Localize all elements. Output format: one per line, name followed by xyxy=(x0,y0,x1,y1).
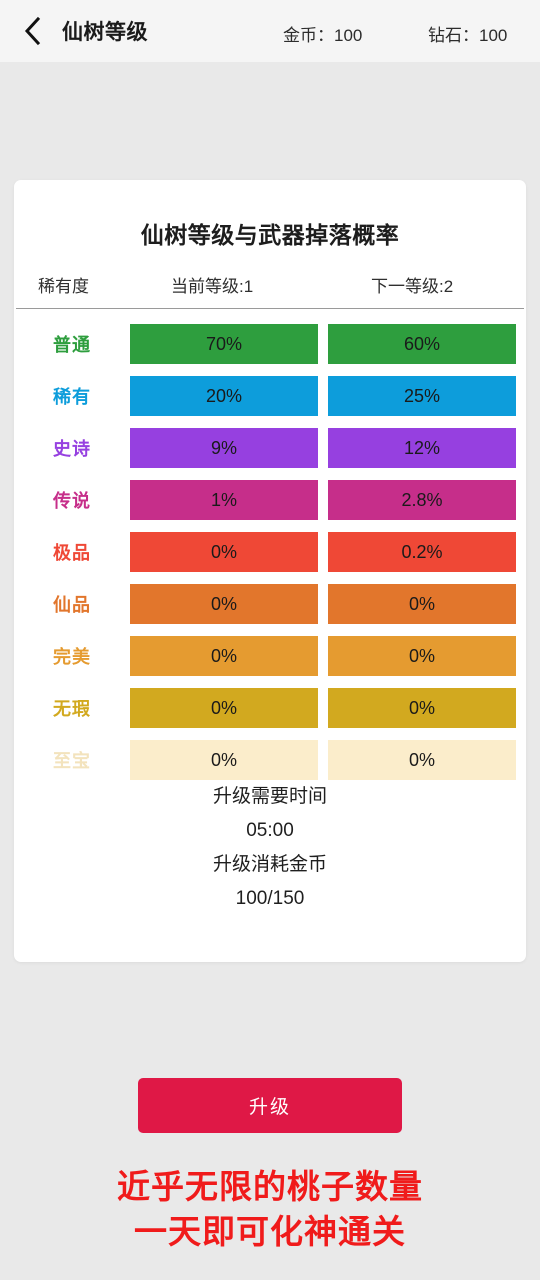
next-level-rate-bar: 2.8% xyxy=(328,480,516,520)
next-level-rate-bar: 0.2% xyxy=(328,532,516,572)
top-bar: 仙树等级 金币：100 钻石：100 xyxy=(0,0,540,62)
promo-banner: 近乎无限的桃子数量 一天即可化神通关 xyxy=(0,1164,540,1254)
next-level-rate-bar: 25% xyxy=(328,376,516,416)
upgrade-cost-value: 100/150 xyxy=(235,888,305,909)
rarity-label: 完美 xyxy=(53,647,91,667)
table-row: 史诗 9% 12% xyxy=(14,428,526,468)
next-level-rate-bar: 0% xyxy=(328,636,516,676)
table-header-row: 稀有度 当前等级:1 下一等级:2 xyxy=(16,265,524,309)
current-level-rate-bar: 0% xyxy=(130,688,318,728)
table-row: 传说 1% 2.8% xyxy=(14,480,526,520)
promo-line-2: 一天即可化神通关 xyxy=(134,1213,406,1250)
current-level-rate-bar: 0% xyxy=(130,532,318,572)
table-row: 完美 0% 0% xyxy=(14,636,526,676)
gem-counter: 钻石：100 xyxy=(428,26,508,45)
current-level-rate-bar: 20% xyxy=(130,376,318,416)
next-level-rate-bar: 0% xyxy=(328,584,516,624)
table-row: 普通 70% 60% xyxy=(14,324,526,364)
gold-counter: 金币：100 xyxy=(283,26,363,45)
promo-line-1: 近乎无限的桃子数量 xyxy=(117,1168,423,1205)
next-level-rate-bar: 0% xyxy=(328,688,516,728)
rarity-label: 极品 xyxy=(53,543,91,563)
current-level-rate-bar: 9% xyxy=(130,428,318,468)
rarity-label: 史诗 xyxy=(53,439,91,459)
column-header-rarity: 稀有度 xyxy=(38,277,89,296)
current-level-rate-bar: 0% xyxy=(130,636,318,676)
table-row: 仙品 0% 0% xyxy=(14,584,526,624)
upgrade-time-value: 05:00 xyxy=(246,820,294,841)
current-level-rate-bar: 0% xyxy=(130,584,318,624)
column-header-current-level: 当前等级:1 xyxy=(171,277,254,296)
upgrade-button[interactable]: 升级 xyxy=(138,1078,402,1133)
column-header-next-level: 下一等级:2 xyxy=(371,277,454,296)
page-title: 仙树等级 xyxy=(62,21,148,44)
next-level-rate-bar: 12% xyxy=(328,428,516,468)
current-level-rate-bar: 70% xyxy=(130,324,318,364)
upgrade-info: 升级需要时间 05:00 升级消耗金币 100/150 xyxy=(14,780,526,962)
upgrade-time-label: 升级需要时间 xyxy=(212,786,327,807)
table-row: 稀有 20% 25% xyxy=(14,376,526,416)
current-level-rate-bar: 1% xyxy=(130,480,318,520)
table-row: 至宝 0% 0% xyxy=(14,740,526,780)
next-level-rate-bar: 60% xyxy=(328,324,516,364)
rarity-label: 普通 xyxy=(53,335,91,355)
upgrade-cost-label: 升级消耗金币 xyxy=(212,854,327,875)
back-button[interactable] xyxy=(10,0,56,62)
table-body: 普通 70% 60% 稀有 20% 25% 史诗 9% 12% 传说 1% 2.8% 极品 0% 0.2% 仙… xyxy=(14,324,526,780)
chevron-left-icon xyxy=(23,16,43,46)
rarity-label: 传说 xyxy=(53,491,91,511)
card-title: 仙树等级与武器掉落概率 xyxy=(140,222,400,248)
app-root: 仙树等级 金币：100 钻石：100 仙树等级与武器掉落概率 稀有度 当前等级:… xyxy=(0,0,540,1280)
current-level-rate-bar: 0% xyxy=(130,740,318,780)
next-level-rate-bar: 0% xyxy=(328,740,516,780)
rarity-label: 无瑕 xyxy=(53,699,91,719)
table-row: 无瑕 0% 0% xyxy=(14,688,526,728)
drop-rate-table: 稀有度 当前等级:1 下一等级:2 普通 70% 60% 稀有 20% 25% 史诗 9% 12… xyxy=(14,265,526,780)
rarity-label: 仙品 xyxy=(53,595,91,615)
table-row: 极品 0% 0.2% xyxy=(14,532,526,572)
rarity-label: 至宝 xyxy=(53,751,91,771)
rarity-label: 稀有 xyxy=(53,387,91,407)
drop-rate-card: 仙树等级与武器掉落概率 稀有度 当前等级:1 下一等级:2 普通 70% 60% 稀有… xyxy=(14,180,526,962)
